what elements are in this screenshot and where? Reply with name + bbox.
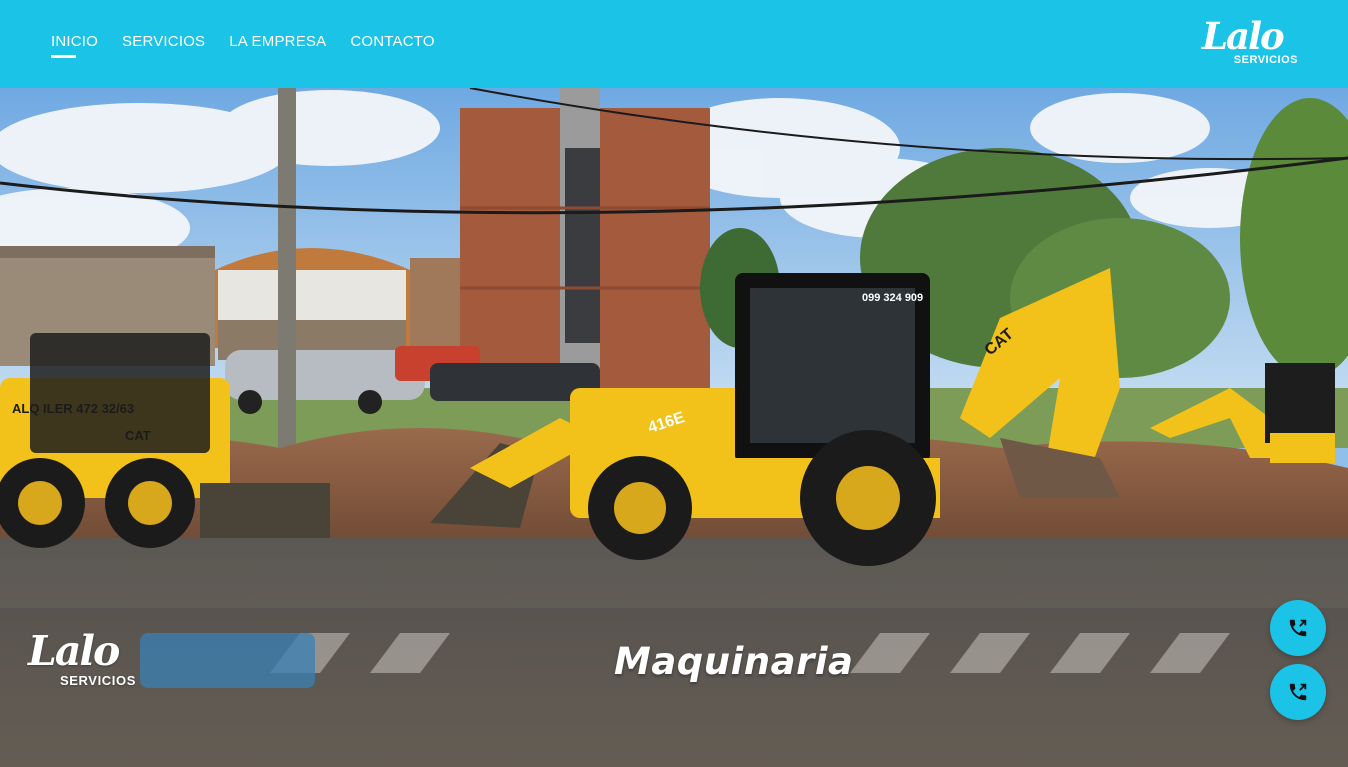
brand-logo-word: SERVICIOS xyxy=(1233,54,1298,66)
brick-building xyxy=(460,88,710,393)
hero-logo: Lalo SERVICIOS xyxy=(28,628,148,694)
nav-item-la-empresa[interactable]: LA EMPRESA xyxy=(229,33,326,56)
nav-item-inicio[interactable]: INICIO xyxy=(51,33,98,58)
nav-item-contacto[interactable]: CONTACTO xyxy=(350,33,434,56)
hero-logo-word: SERVICIOS xyxy=(60,673,136,688)
brand-logo-script: Lalo xyxy=(1202,14,1285,58)
phone-icon xyxy=(1289,619,1307,637)
skid-steer-label: ALQ ILER 472 32/63 xyxy=(12,401,134,416)
call-button-secondary[interactable] xyxy=(1270,664,1326,720)
main-nav: INICIO SERVICIOS LA EMPRESA CONTACTO xyxy=(51,33,435,58)
hero-shade xyxy=(0,608,1348,767)
hero-logo-script: Lalo xyxy=(28,627,120,675)
skid-steer-brand: CAT xyxy=(125,428,151,443)
phone-icon xyxy=(1289,683,1307,701)
top-header: INICIO SERVICIOS LA EMPRESA CONTACTO Lal… xyxy=(0,0,1348,88)
brand-logo[interactable]: Lalo SERVICIOS xyxy=(1202,16,1300,72)
backhoe-phone: 099 324 909 xyxy=(862,292,923,304)
hero-title: Maquinaria xyxy=(614,640,854,683)
nav-item-servicios[interactable]: SERVICIOS xyxy=(122,33,205,56)
hero-banner: ALQ ILER 472 32/63 CAT 099 324 909 416E … xyxy=(0,88,1348,767)
call-button-primary[interactable] xyxy=(1270,600,1326,656)
